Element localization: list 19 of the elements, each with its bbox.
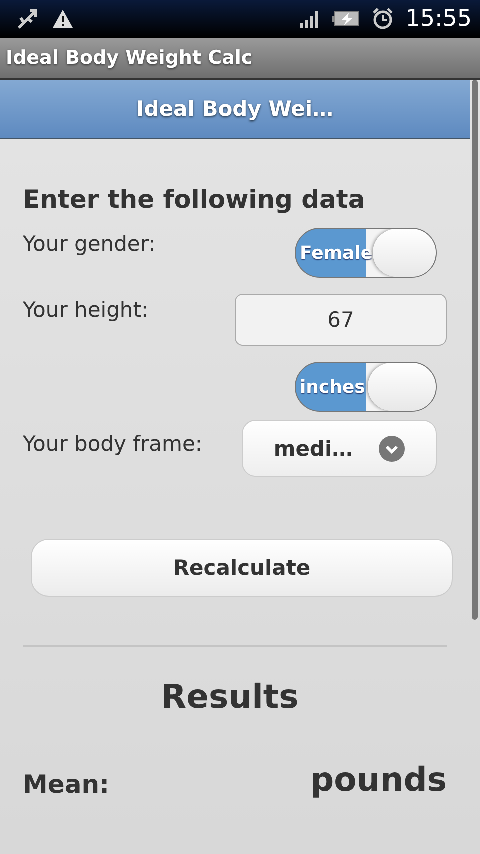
field-label: Your body frame: (23, 431, 202, 456)
signal-icon (300, 10, 320, 28)
alarm-clock-icon (372, 8, 394, 30)
body-frame-dropdown[interactable]: medi… (242, 420, 437, 477)
battery-icon (332, 10, 360, 28)
height-input-field[interactable]: 67 (235, 294, 447, 346)
app-title: Ideal Body Weight Calc (6, 47, 253, 69)
section-heading: Enter the following data (23, 185, 366, 214)
field-label: Your gender: (23, 231, 156, 256)
results-heading: Results (160, 677, 300, 716)
result-value: pounds (310, 760, 447, 799)
result-label: Mean: (23, 770, 110, 799)
recalculate-button[interactable]: Recalculate (31, 539, 453, 597)
chevron-down-icon (379, 436, 406, 462)
clock-time: 15:55 (406, 6, 472, 32)
field-label: Your height: (23, 297, 149, 322)
page-header-title: Ideal Body Wei… (0, 80, 470, 139)
usb-icon (16, 7, 40, 31)
warning-icon (52, 9, 74, 29)
